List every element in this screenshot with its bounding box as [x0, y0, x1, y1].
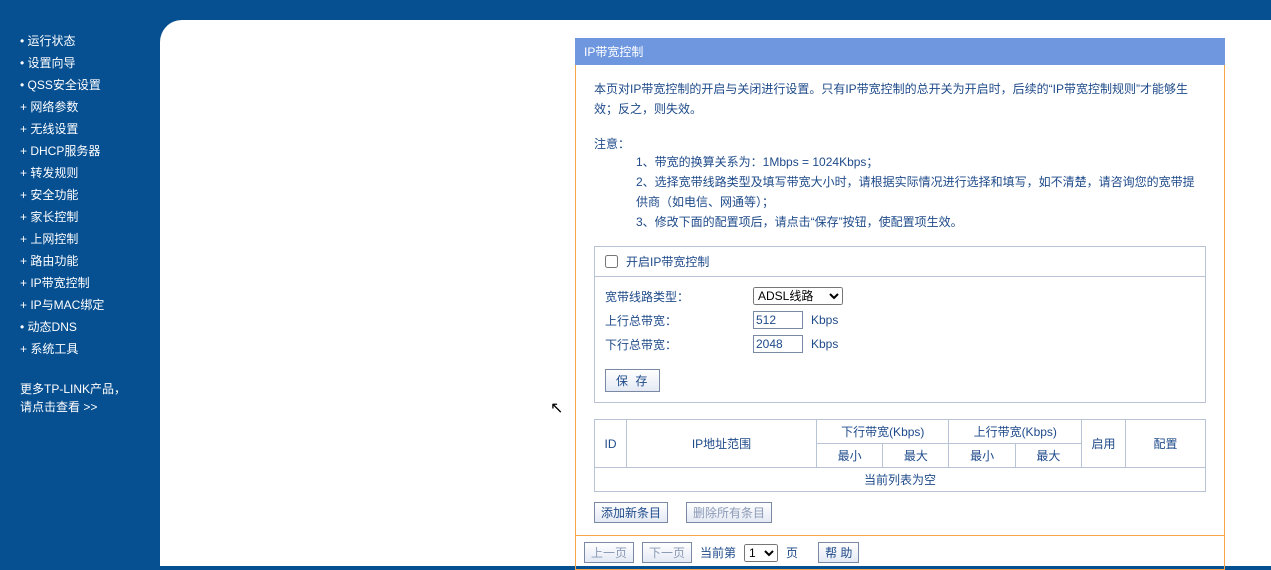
sidebar-item-11[interactable]: + IP带宽控制: [20, 272, 150, 294]
sidebar-item-0[interactable]: • 运行状态: [20, 30, 150, 52]
col-id: ID: [595, 420, 627, 468]
sidebar-item-4[interactable]: + 无线设置: [20, 118, 150, 140]
col-up-bw: 上行带宽(Kbps): [949, 420, 1082, 444]
col-down-min: 最小: [817, 444, 883, 468]
down-bw-label: 下行总带宽：: [605, 336, 745, 353]
prev-page-button[interactable]: 上一页: [584, 542, 634, 563]
col-ip-range: IP地址范围: [627, 420, 817, 468]
sidebar-item-2[interactable]: • QSS安全设置: [20, 74, 150, 96]
panel-title: IP带宽控制: [575, 38, 1225, 65]
intro-text: 本页对IP带宽控制的开启与关闭进行设置。只有IP带宽控制的总开关为开启时，后续的…: [594, 79, 1206, 119]
sidebar-item-10[interactable]: + 路由功能: [20, 250, 150, 272]
sidebar-item-8[interactable]: + 家长控制: [20, 206, 150, 228]
enable-ip-bw-label: 开启IP带宽控制: [626, 253, 709, 270]
up-bw-input[interactable]: [753, 311, 803, 329]
down-bw-input[interactable]: [753, 335, 803, 353]
promo-text: 更多TP-LINK产品，: [20, 382, 126, 396]
sidebar-item-7[interactable]: + 安全功能: [20, 184, 150, 206]
sidebar-item-12[interactable]: + IP与MAC绑定: [20, 294, 150, 316]
col-enable: 启用: [1082, 420, 1126, 468]
sidebar-item-14[interactable]: + 系统工具: [20, 338, 150, 360]
add-entry-button[interactable]: 添加新条目: [594, 502, 668, 523]
sidebar: • 运行状态• 设置向导• QSS安全设置+ 网络参数+ 无线设置+ DHCP服…: [0, 0, 150, 546]
table-row: 当前列表为空: [595, 468, 1206, 492]
next-page-button[interactable]: 下一页: [642, 542, 692, 563]
note-item: 2、选择宽带线路类型及填写带宽大小时，请根据实际情况进行选择和填写，如不清楚，请…: [636, 172, 1206, 212]
main-panel: IP带宽控制 本页对IP带宽控制的开启与关闭进行设置。只有IP带宽控制的总开关为…: [575, 38, 1225, 570]
note-heading: 注意：: [594, 135, 1206, 152]
sidebar-item-13[interactable]: • 动态DNS: [20, 316, 150, 338]
sidebar-item-5[interactable]: + DHCP服务器: [20, 140, 150, 162]
unit-label: Kbps: [811, 313, 838, 327]
table-row: ID IP地址范围 下行带宽(Kbps) 上行带宽(Kbps) 启用 配置: [595, 420, 1206, 444]
page-select[interactable]: 1: [744, 544, 778, 562]
top-bar: [160, 0, 1271, 20]
help-button[interactable]: 帮 助: [818, 542, 859, 563]
enable-ip-bw-checkbox[interactable]: [605, 255, 618, 268]
pagination: 上一页 下一页 当前第 1 页 帮 助: [575, 536, 1225, 570]
unit-label: Kbps: [811, 337, 838, 351]
sidebar-item-3[interactable]: + 网络参数: [20, 96, 150, 118]
promo-block: 更多TP-LINK产品， 请点击查看 >>: [20, 380, 150, 416]
config-form: 开启IP带宽控制 宽带线路类型： ADSL线路 上行总带宽：: [594, 246, 1206, 403]
col-config: 配置: [1126, 420, 1206, 468]
save-button[interactable]: 保 存: [605, 369, 660, 392]
page-suffix: 页: [786, 544, 798, 561]
sidebar-item-9[interactable]: + 上网控制: [20, 228, 150, 250]
col-up-max: 最大: [1015, 444, 1081, 468]
delete-all-button[interactable]: 删除所有条目: [686, 502, 772, 523]
note-item: 3、修改下面的配置项后，请点击“保存”按钮，使配置项生效。: [636, 212, 1206, 232]
line-type-label: 宽带线路类型：: [605, 288, 745, 305]
up-bw-label: 上行总带宽：: [605, 312, 745, 329]
page-prefix: 当前第: [700, 544, 736, 561]
note-item: 1、带宽的换算关系为：1Mbps = 1024Kbps；: [636, 152, 1206, 172]
col-down-bw: 下行带宽(Kbps): [817, 420, 949, 444]
promo-link[interactable]: 请点击查看 >>: [20, 400, 97, 414]
col-down-max: 最大: [883, 444, 949, 468]
panel-body: 本页对IP带宽控制的开启与关闭进行设置。只有IP带宽控制的总开关为开启时，后续的…: [575, 65, 1225, 536]
col-up-min: 最小: [949, 444, 1015, 468]
content-area: IP带宽控制 本页对IP带宽控制的开启与关闭进行设置。只有IP带宽控制的总开关为…: [160, 20, 1271, 566]
empty-row: 当前列表为空: [595, 468, 1206, 492]
rules-table: ID IP地址范围 下行带宽(Kbps) 上行带宽(Kbps) 启用 配置 最小…: [594, 419, 1206, 492]
sidebar-item-1[interactable]: • 设置向导: [20, 52, 150, 74]
sidebar-item-6[interactable]: + 转发规则: [20, 162, 150, 184]
line-type-select[interactable]: ADSL线路: [753, 287, 843, 305]
